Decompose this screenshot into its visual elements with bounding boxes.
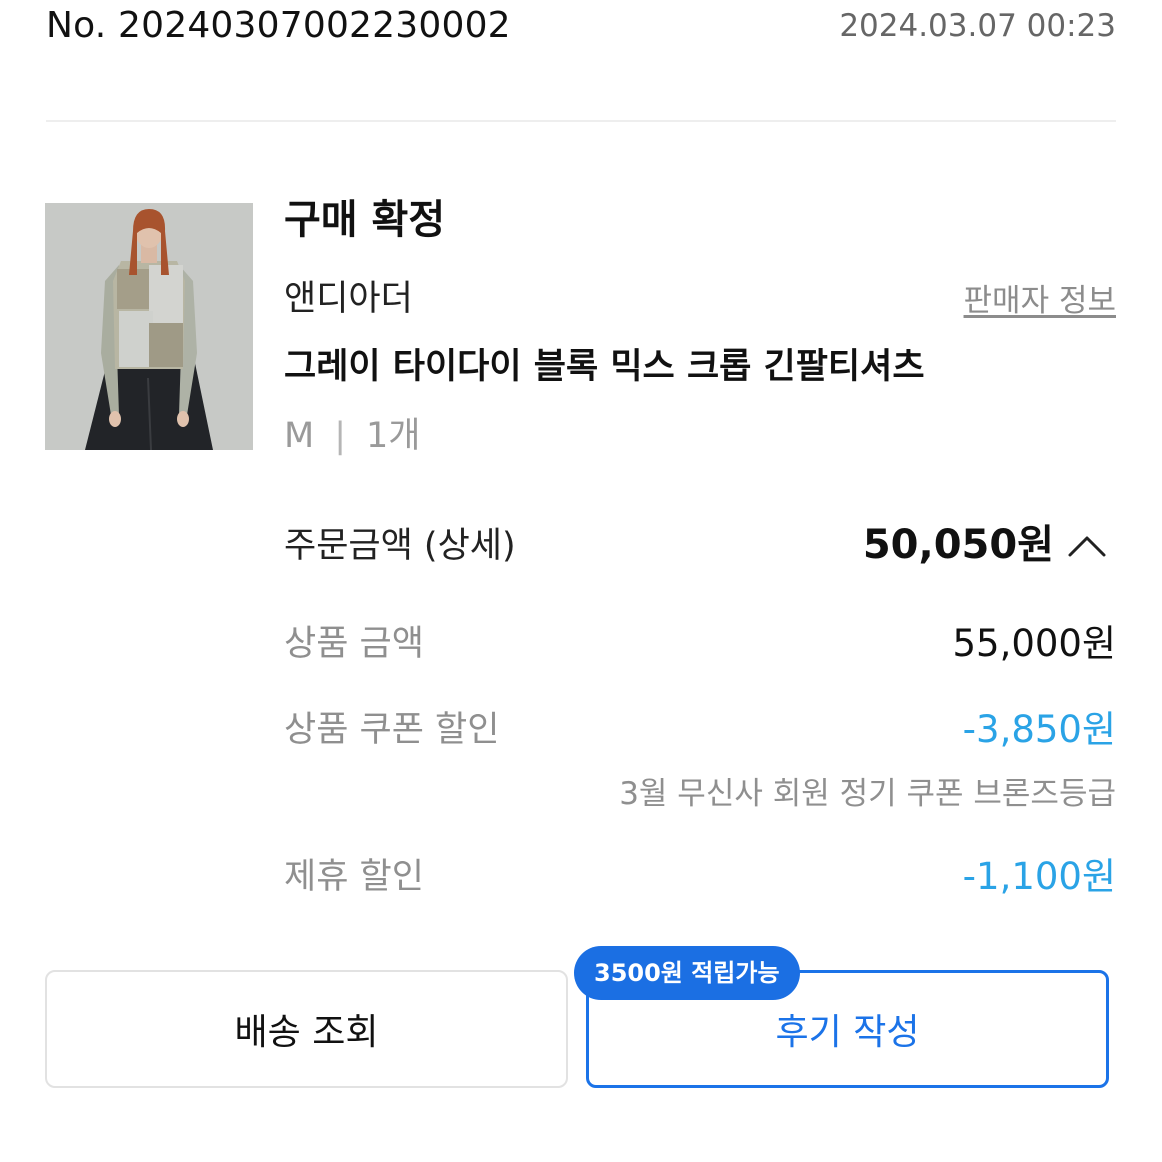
option-separator: | bbox=[334, 416, 346, 456]
partner-discount-value: -1,100원 bbox=[962, 855, 1116, 898]
option-size: M bbox=[284, 416, 315, 456]
write-review-label: 후기 작성 bbox=[775, 1012, 920, 1053]
track-shipping-button[interactable]: 배송 조회 bbox=[45, 970, 568, 1088]
order-date: 2024.03.07 00:23 bbox=[839, 8, 1116, 44]
product-name[interactable]: 그레이 타이다이 블록 믹스 크롭 긴팔티셔츠 bbox=[284, 342, 925, 392]
coupon-discount-label: 상품 쿠폰 할인 bbox=[284, 710, 500, 750]
order-status: 구매 확정 bbox=[284, 197, 446, 243]
option-quantity: 1개 bbox=[366, 416, 421, 456]
coupon-discount-value: -3,850원 bbox=[962, 708, 1116, 751]
order-number: No. 20240307002230002 bbox=[46, 5, 511, 46]
chevron-up-icon[interactable] bbox=[1066, 525, 1108, 567]
product-image[interactable] bbox=[45, 203, 253, 450]
track-shipping-label: 배송 조회 bbox=[234, 1012, 379, 1053]
coupon-discount-note: 3월 무신사 회원 정기 쿠폰 브론즈등급 bbox=[619, 776, 1116, 812]
product-amount-label: 상품 금액 bbox=[284, 624, 424, 664]
partner-discount-label: 제휴 할인 bbox=[284, 857, 424, 897]
product-options: M | 1개 bbox=[284, 413, 420, 459]
divider bbox=[46, 120, 1116, 122]
brand-name[interactable]: 앤디아더 bbox=[284, 276, 413, 322]
order-total-value: 50,050원 bbox=[862, 522, 1054, 568]
order-total-label[interactable]: 주문금액 (상세) bbox=[284, 521, 516, 571]
product-amount-value: 55,000원 bbox=[952, 622, 1116, 665]
seller-info-link[interactable]: 판매자 정보 bbox=[964, 279, 1116, 323]
review-reward-badge: 3500원 적립가능 bbox=[574, 946, 800, 1000]
